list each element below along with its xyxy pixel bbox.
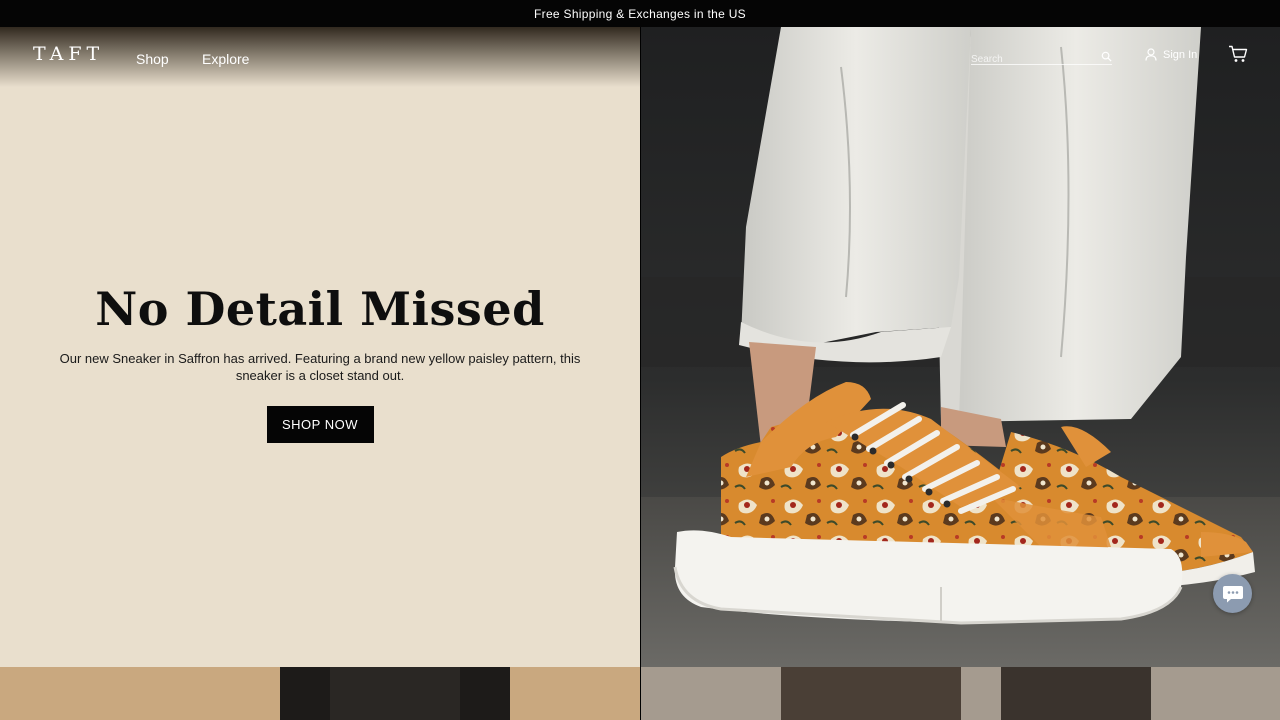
- search-icon[interactable]: [1101, 51, 1112, 62]
- sign-in-label: Sign In: [1163, 48, 1198, 61]
- promo-bar: Free Shipping & Exchanges in the US: [0, 0, 1280, 27]
- cart-icon[interactable]: [1228, 45, 1248, 63]
- hero-text-panel: No Detail Missed Our new Sneaker in Saff…: [0, 27, 640, 667]
- preview-photo-left: [0, 667, 640, 720]
- preview-photo-right: [641, 667, 1280, 720]
- chat-icon: [1222, 585, 1243, 602]
- hero-title: No Detail Missed: [95, 282, 545, 336]
- preview-image-right[interactable]: [641, 667, 1280, 720]
- taft-logo[interactable]: TAFT: [33, 43, 104, 65]
- search-input[interactable]: [971, 52, 1091, 67]
- site-header: TAFT Shop Explore Sign In: [0, 27, 1280, 87]
- sneaker-photo: [641, 27, 1280, 667]
- hero-copy: No Detail Missed Our new Sneaker in Saff…: [40, 282, 600, 443]
- hero-subtitle: Our new Sneaker in Saffron has arrived. …: [59, 351, 581, 383]
- preview-image-left[interactable]: [0, 667, 640, 720]
- hero-image-sneaker[interactable]: [641, 27, 1280, 667]
- shop-now-button[interactable]: SHOP NOW: [266, 406, 374, 443]
- chat-widget-button[interactable]: [1213, 574, 1252, 613]
- user-icon: [1145, 48, 1157, 61]
- hero-section: No Detail Missed Our new Sneaker in Saff…: [0, 27, 1280, 667]
- nav-explore[interactable]: Explore: [202, 51, 249, 67]
- sign-in-link[interactable]: Sign In: [1145, 48, 1197, 61]
- nav-shop[interactable]: Shop: [136, 51, 169, 67]
- next-section-preview: [0, 667, 1280, 720]
- promo-text: Free Shipping & Exchanges in the US: [534, 6, 746, 21]
- search-box: [971, 49, 1112, 67]
